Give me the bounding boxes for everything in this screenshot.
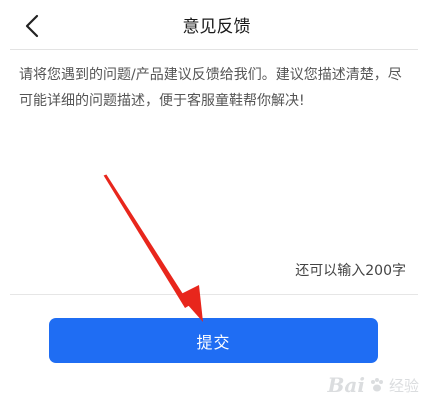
page-title: 意见反馈	[182, 17, 251, 37]
feedback-area: 还可以输入200字	[10, 50, 418, 294]
navigation-bar: 意见反馈	[0, 0, 433, 50]
feedback-input[interactable]	[19, 62, 414, 252]
watermark: Bai 经验	[328, 373, 419, 397]
paw-icon	[370, 378, 383, 392]
watermark-text: 经验	[388, 376, 419, 395]
watermark-logo: Bai	[327, 373, 365, 397]
submit-button[interactable]: 提交	[49, 318, 378, 363]
char-counter: 还可以输入200字	[295, 263, 406, 279]
input-divider	[10, 294, 418, 295]
